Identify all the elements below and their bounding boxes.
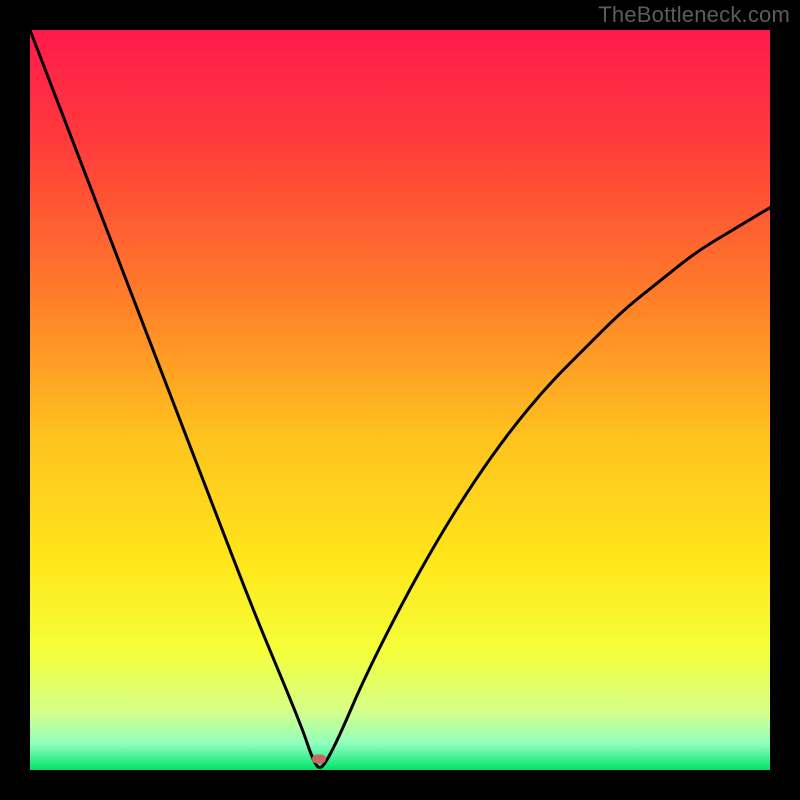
optimal-point-marker [312,754,326,763]
gradient-background [30,30,770,770]
plot-svg [30,30,770,770]
watermark-text: TheBottleneck.com [598,2,790,28]
plot-area [30,30,770,770]
chart-container: TheBottleneck.com [0,0,800,800]
